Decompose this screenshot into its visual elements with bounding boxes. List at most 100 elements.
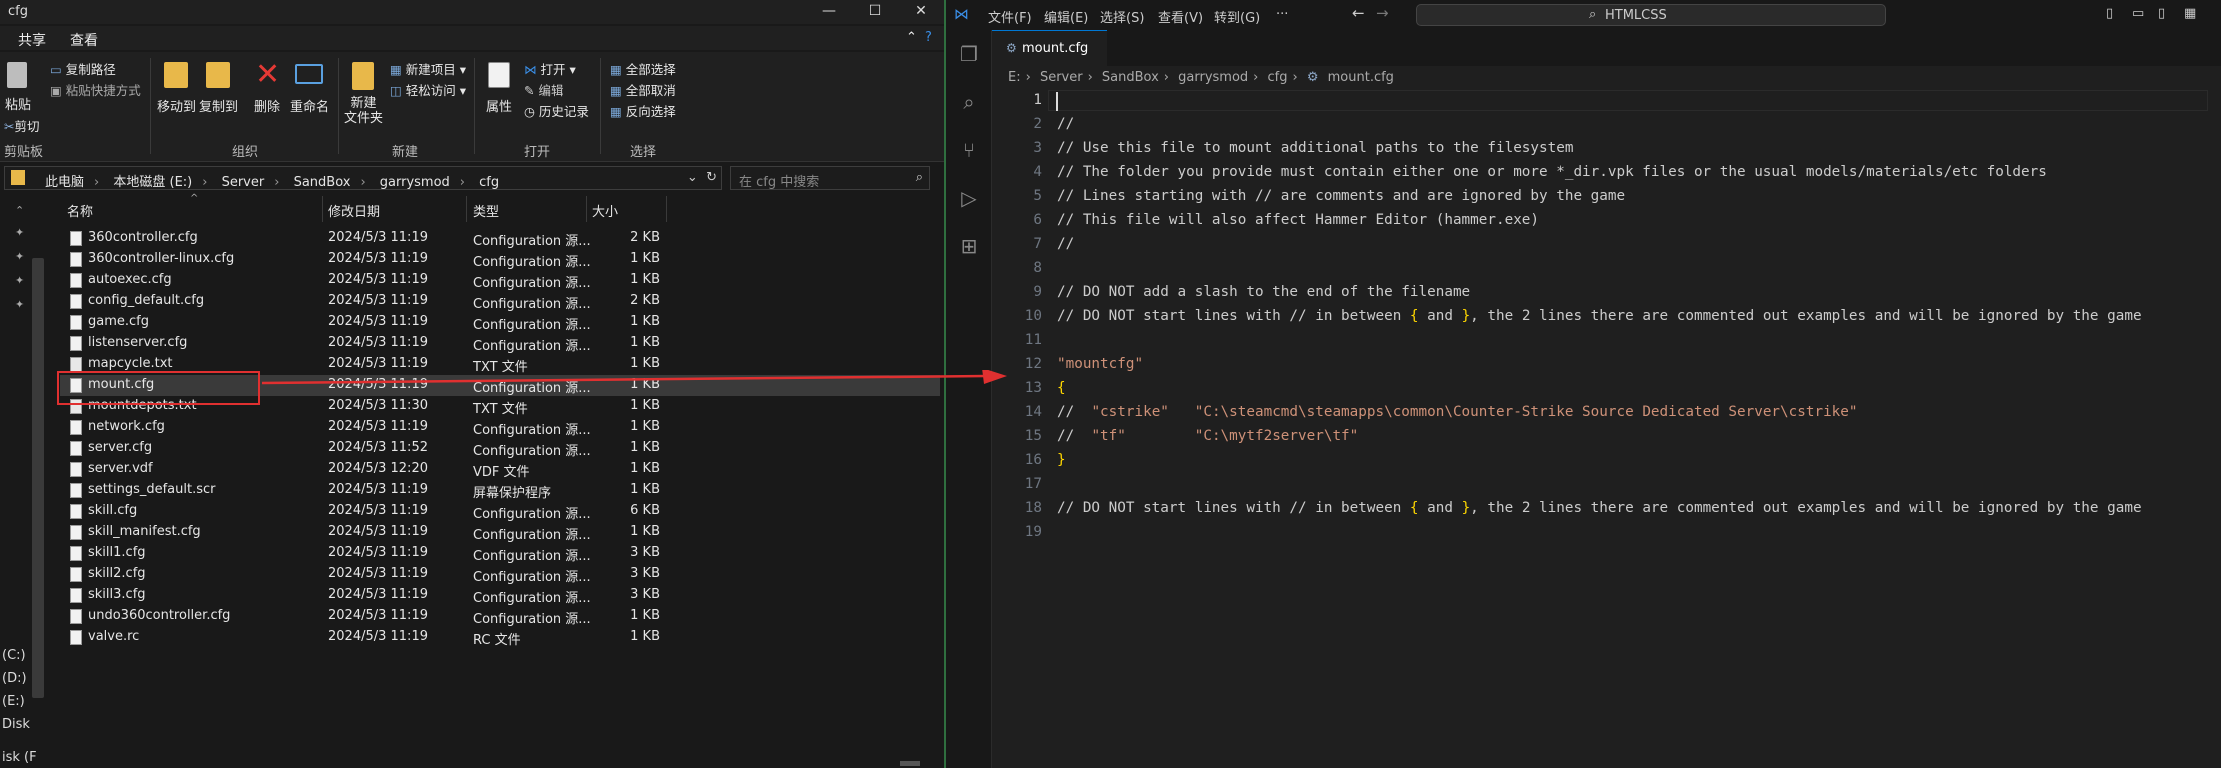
crumb-server[interactable]: Server xyxy=(222,175,265,190)
search-icon[interactable]: ⌕ xyxy=(916,170,923,185)
search-input[interactable]: 在 cfg 中搜索 xyxy=(739,171,819,190)
nav-disk-f[interactable]: isk (F xyxy=(2,750,37,765)
pin-icon[interactable]: ✦ xyxy=(15,226,24,239)
editor-scrollbar[interactable] xyxy=(2209,90,2221,768)
back-arrow-icon[interactable]: ← xyxy=(1352,4,1365,22)
file-row[interactable]: skill2.cfg 2024/5/3 11:19 Configuration 源.… xyxy=(60,564,940,585)
copy-path-button[interactable]: ▭ 复制路径 xyxy=(50,59,116,78)
column-name[interactable]: 名称 xyxy=(67,201,93,220)
new-folder-icon[interactable] xyxy=(352,62,374,90)
nav-disk[interactable]: Disk xyxy=(2,717,30,732)
maximize-button[interactable]: ☐ xyxy=(852,0,898,24)
breadcrumb-server[interactable]: Server xyxy=(1040,70,1083,85)
forward-arrow-icon[interactable]: → xyxy=(1376,4,1389,22)
explorer-files-icon[interactable]: ❐ xyxy=(957,42,981,66)
rename-icon[interactable] xyxy=(295,64,323,84)
address-bar[interactable]: 此电脑 › 本地磁盘 (E:) › Server › SandBox › garrysm… xyxy=(4,166,722,190)
pin-icon[interactable]: ✦ xyxy=(15,274,24,287)
file-row[interactable]: 360controller.cfg 2024/5/3 11:19 Configura… xyxy=(60,228,940,249)
file-row[interactable]: server.vdf 2024/5/3 12:20 VDF 文件 1 KB xyxy=(60,459,940,480)
dropdown-icon[interactable]: ⌄ xyxy=(687,170,698,185)
cut-button[interactable]: ✂剪切 xyxy=(4,116,40,135)
menu-edit[interactable]: 编辑(E) xyxy=(1044,7,1088,26)
tab-mount-cfg[interactable]: ⚙ mount.cfg xyxy=(992,30,1107,66)
easy-access-button[interactable]: ◫ 轻松访问 ▾ xyxy=(390,80,466,99)
toggle-secondary-sidebar-icon[interactable]: ▯ xyxy=(2158,6,2165,21)
column-date[interactable]: 修改日期 xyxy=(328,201,380,220)
paste-shortcut-button[interactable]: ▣ 粘贴快捷方式 xyxy=(50,80,141,99)
nav-drive-d[interactable]: (D:) xyxy=(2,671,27,686)
column-divider[interactable] xyxy=(322,196,323,222)
file-row[interactable]: skill_manifest.cfg 2024/5/3 11:19 Configur… xyxy=(60,522,940,543)
minimize-button[interactable]: — xyxy=(806,0,852,24)
menu-go[interactable]: 转到(G) xyxy=(1214,7,1260,26)
move-to-folder-icon[interactable] xyxy=(164,62,188,88)
code-editor[interactable]: 1 2 // 3 // Use this file to mount additiona… xyxy=(992,90,2221,768)
menu-file[interactable]: 文件(F) xyxy=(988,7,1032,26)
nav-drive-c[interactable]: (C:) xyxy=(2,648,26,663)
open-button[interactable]: ⋈ 打开 ▾ xyxy=(524,59,576,78)
delete-icon[interactable]: ✕ xyxy=(255,57,280,92)
crumb-drive-e[interactable]: 本地磁盘 (E:) xyxy=(113,175,192,190)
pin-icon[interactable]: ✦ xyxy=(15,298,24,311)
breadcrumb-drive[interactable]: E: xyxy=(1008,70,1021,85)
column-size[interactable]: 大小 xyxy=(592,201,618,220)
collapse-up-icon[interactable]: ⌃ xyxy=(15,204,24,217)
file-row[interactable]: skill.cfg 2024/5/3 11:19 Configuration 源..… xyxy=(60,501,940,522)
copy-to-button[interactable]: 复制到 xyxy=(199,96,238,115)
file-row[interactable]: game.cfg 2024/5/3 11:19 Configuration 源...… xyxy=(60,312,940,333)
file-row[interactable]: server.cfg 2024/5/3 11:52 Configuration 源.… xyxy=(60,438,940,459)
search-box[interactable]: 在 cfg 中搜索 ⌕ xyxy=(730,166,930,190)
menu-view[interactable]: 查看(V) xyxy=(1158,7,1203,26)
file-row[interactable]: valve.rc 2024/5/3 11:19 RC 文件 1 KB xyxy=(60,627,940,648)
file-row[interactable]: 360controller-linux.cfg 2024/5/3 11:19 Con… xyxy=(60,249,940,270)
collapse-ribbon-icon[interactable]: ⌃ xyxy=(906,30,917,45)
tab-share[interactable]: 共享 xyxy=(18,30,46,50)
column-divider[interactable] xyxy=(466,196,467,222)
invert-selection-button[interactable]: ▦ 反向选择 xyxy=(610,101,676,120)
breadcrumb-file[interactable]: mount.cfg xyxy=(1328,70,1394,85)
close-button[interactable]: ✕ xyxy=(898,0,944,24)
rename-button[interactable]: 重命名 xyxy=(290,96,329,115)
toggle-sidebar-icon[interactable]: ▯ xyxy=(2106,6,2113,21)
toggle-panel-icon[interactable]: ▭ xyxy=(2132,6,2144,21)
file-row[interactable]: undo360controller.cfg 2024/5/3 11:19 Confi… xyxy=(60,606,940,627)
file-row[interactable]: settings_default.scr 2024/5/3 11:19 屏幕保护程序… xyxy=(60,480,940,501)
pin-icon[interactable]: ✦ xyxy=(15,250,24,263)
properties-icon[interactable] xyxy=(488,62,510,88)
menu-selection[interactable]: 选择(S) xyxy=(1100,7,1144,26)
breadcrumb-cfg[interactable]: cfg xyxy=(1268,70,1288,85)
new-item-button[interactable]: ▦ 新建项目 ▾ xyxy=(390,59,466,78)
file-row[interactable]: config_default.cfg 2024/5/3 11:19 Configur… xyxy=(60,291,940,312)
column-type[interactable]: 类型 xyxy=(473,201,499,220)
delete-button[interactable]: 删除 xyxy=(254,96,280,115)
select-all-button[interactable]: ▦ 全部选择 xyxy=(610,59,676,78)
crumb-this-pc[interactable]: 此电脑 xyxy=(45,175,84,190)
command-center-search[interactable]: ⌕ HTMLCSS xyxy=(1416,4,1886,26)
menu-more[interactable]: ··· xyxy=(1276,7,1288,22)
nav-scrollbar[interactable] xyxy=(32,258,44,698)
column-divider[interactable] xyxy=(586,196,587,222)
horizontal-scrollbar[interactable] xyxy=(900,761,920,766)
run-debug-icon[interactable]: ▷ xyxy=(957,186,981,210)
column-divider[interactable] xyxy=(666,196,667,222)
breadcrumb-garrysmod[interactable]: garrysmod xyxy=(1178,70,1248,85)
help-icon[interactable]: ? xyxy=(925,30,932,45)
customize-layout-icon[interactable]: ▦ xyxy=(2184,6,2196,21)
breadcrumb-sandbox[interactable]: SandBox xyxy=(1102,70,1159,85)
tab-view[interactable]: 查看 xyxy=(70,30,98,50)
new-folder-button[interactable]: 新建 文件夹 xyxy=(344,96,383,126)
crumb-cfg[interactable]: cfg xyxy=(479,175,499,190)
search-icon[interactable]: ⌕ xyxy=(957,90,981,114)
extensions-icon[interactable]: ⊞ xyxy=(957,234,981,258)
file-row[interactable]: autoexec.cfg 2024/5/3 11:19 Configuration … xyxy=(60,270,940,291)
source-control-icon[interactable]: ⑂ xyxy=(957,138,981,162)
file-row[interactable]: skill1.cfg 2024/5/3 11:19 Configuration 源.… xyxy=(60,543,940,564)
nav-drive-e[interactable]: (E:) xyxy=(2,694,25,709)
copy-to-folder-icon[interactable] xyxy=(206,62,230,88)
crumb-sandbox[interactable]: SandBox xyxy=(294,175,351,190)
refresh-icon[interactable]: ↻ xyxy=(706,170,717,185)
properties-button[interactable]: 属性 xyxy=(486,96,512,115)
paste-button[interactable]: 粘贴 xyxy=(5,94,31,113)
file-row[interactable]: network.cfg 2024/5/3 11:19 Configuration 源… xyxy=(60,417,940,438)
